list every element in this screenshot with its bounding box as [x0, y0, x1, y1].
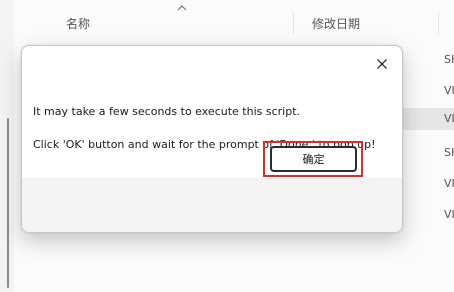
navigation-pane: [0, 0, 14, 292]
column-header-bar: 名称 修改日期 类: [14, 0, 454, 46]
file-type-cell[interactable]: VI: [444, 208, 454, 221]
column-header-name[interactable]: 名称: [66, 15, 90, 32]
ok-button[interactable]: 确定: [270, 146, 357, 172]
file-type-cell[interactable]: VI: [444, 84, 454, 97]
sort-ascending-icon: [177, 5, 187, 11]
dialog-footer: [22, 178, 402, 232]
message-dialog: It may take a few seconds to execute thi…: [21, 45, 403, 233]
column-divider[interactable]: [438, 12, 439, 34]
file-type-cell[interactable]: VI: [444, 177, 454, 190]
scrollbar[interactable]: [7, 118, 9, 288]
file-type-cell: VI: [444, 112, 454, 125]
file-type-cell[interactable]: SH: [444, 53, 454, 66]
column-header-date[interactable]: 修改日期: [312, 15, 360, 32]
close-icon: [377, 59, 387, 69]
close-button[interactable]: [368, 52, 396, 76]
dialog-message-line-1: It may take a few seconds to execute thi…: [33, 105, 301, 118]
selected-row[interactable]: VI: [400, 108, 454, 130]
file-type-cell[interactable]: SH: [444, 146, 454, 159]
column-divider[interactable]: [293, 12, 294, 34]
